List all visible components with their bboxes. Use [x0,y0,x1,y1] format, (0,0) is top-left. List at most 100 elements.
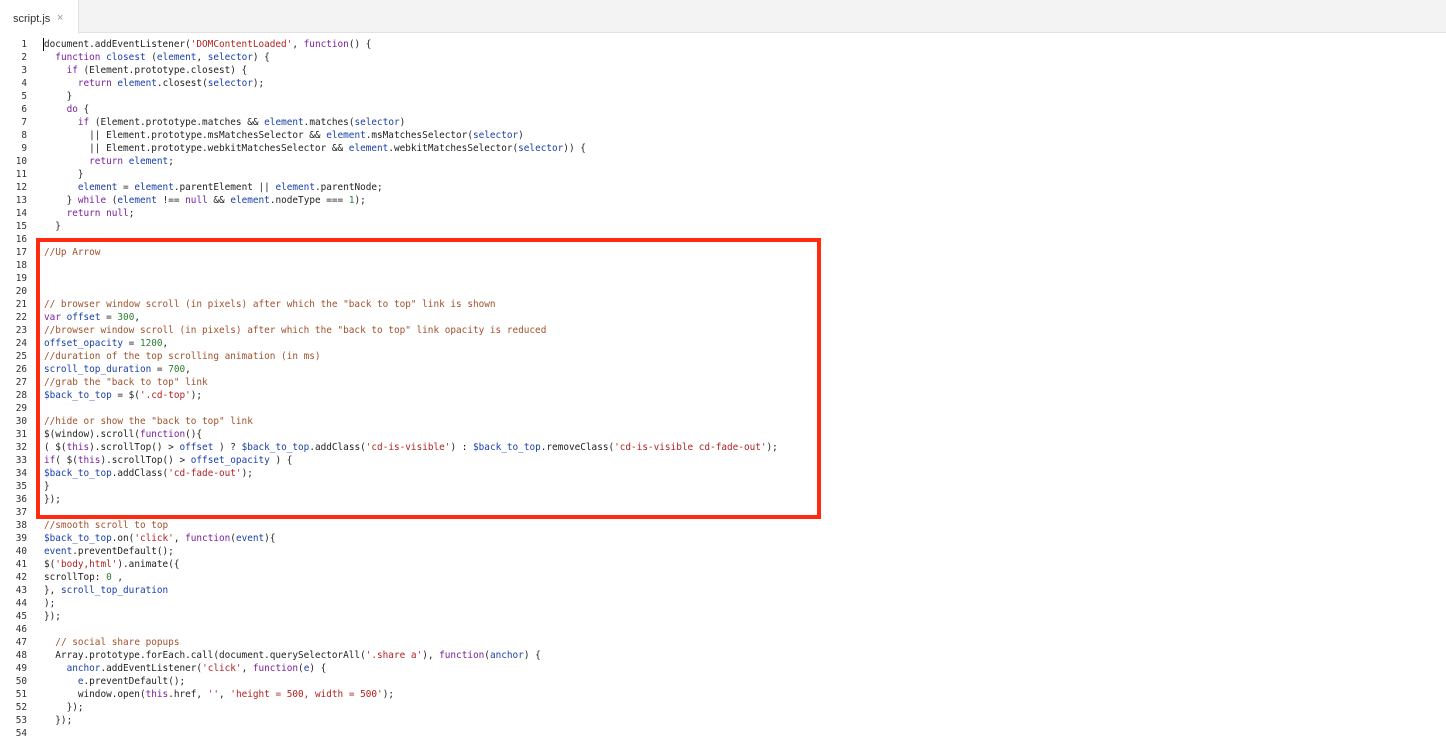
code-line: 49 anchor.addEventListener('click', func… [0,662,1446,675]
code-line: 4 return element.closest(selector); [0,77,1446,90]
line-code: event.preventDefault(); [44,546,174,557]
line-code: || Element.prototype.msMatchesSelector &… [44,130,524,141]
line-code: function closest (element, selector) { [55,52,270,63]
line-number: 39 [15,533,27,544]
line-code: } [44,221,61,232]
line-number: 31 [15,429,27,440]
line-number: 35 [15,481,27,492]
line-number: 15 [15,221,27,232]
line-number: 33 [15,455,27,466]
code-line: 1 document.addEventListener('DOMContentLo… [0,38,1446,51]
line-code: if (Element.prototype.matches && element… [77,117,406,128]
code-line: 10 return element; [0,155,1446,168]
code-line: 38 //smooth scroll to top [0,519,1446,532]
line-code: }); [44,702,84,713]
line-code: element = element.parentElement || eleme… [77,182,383,193]
line-code: window.open(this.href, '', 'height = 500… [44,689,394,700]
line-number: 19 [15,273,27,284]
code-line: 43 }, scroll_top_duration [0,584,1446,597]
line-code: return element; [89,156,174,167]
code-line: 11 } [0,168,1446,181]
line-code: } [44,169,84,180]
line-number: 17 [15,247,27,258]
line-number: 38 [15,520,27,531]
line-code: }); [44,715,73,726]
code-line: 7 if (Element.prototype.matches && eleme… [0,116,1446,129]
line-number: 16 [15,234,27,245]
line-code: return null; [66,208,135,219]
code-line: 15 } [0,220,1446,233]
line-number: 44 [15,598,27,609]
line-number: 47 [15,637,27,648]
line-number: 1 [21,39,27,50]
code-line: 8 || Element.prototype.msMatchesSelector… [0,129,1446,142]
line-number: 3 [21,65,27,76]
line-number: 41 [15,559,27,570]
code-line: 2 function closest (element, selector) { [0,51,1446,64]
close-icon[interactable]: × [57,12,63,24]
line-number: 37 [15,507,27,518]
line-number: 5 [21,91,27,102]
line-number: 21 [15,299,27,310]
line-code: || Element.prototype.webkitMatchesSelect… [44,143,586,154]
code-line: 12 element = element.parentElement || el… [0,181,1446,194]
line-code: //smooth scroll to top [44,520,169,531]
code-line: 9 || Element.prototype.webkitMatchesSele… [0,142,1446,155]
line-number: 6 [21,104,27,115]
line-number: 27 [15,377,27,388]
line-number: 8 [21,130,27,141]
line-code: return element.closest(selector); [77,78,265,89]
line-number: 20 [15,286,27,297]
line-number: 18 [15,260,27,271]
code-line: 42 scrollTop: 0 , [0,571,1446,584]
line-number: 50 [15,676,27,687]
line-code: if (Element.prototype.closest) { [66,65,248,76]
code-line: 14 return null; [0,207,1446,220]
line-code: $back_to_top.on('click', function(event)… [44,533,276,544]
line-number: 28 [15,390,27,401]
line-number: 9 [21,143,27,154]
code-line: 45}); [0,610,1446,623]
line-number: 2 [21,52,27,63]
line-code: }); [44,611,61,622]
line-number: 43 [15,585,27,596]
line-number: 26 [15,364,27,375]
line-code: Array.prototype.forEach.call(document.qu… [44,650,541,661]
line-number: 12 [15,182,27,193]
code-line: 46 [0,623,1446,636]
line-number: 13 [15,195,27,206]
code-line: 3 if (Element.prototype.closest) { [0,64,1446,77]
code-line: 5 } [0,90,1446,103]
line-number: 36 [15,494,27,505]
code-line: 39 $back_to_top.on('click', function(even… [0,532,1446,545]
line-code: }, scroll_top_duration [44,585,169,596]
code-line: 52 }); [0,701,1446,714]
line-number: 42 [15,572,27,583]
line-number: 4 [21,78,27,89]
code-line: 40 event.preventDefault(); [0,545,1446,558]
text-cursor [43,38,44,51]
line-number: 46 [15,624,27,635]
line-code: scrollTop: 0 , [44,572,124,583]
line-number: 54 [15,728,27,739]
line-number: 11 [15,169,27,180]
line-number: 40 [15,546,27,557]
code-line: 51 window.open(this.href, '', 'height = … [0,688,1446,701]
code-line: 48 Array.prototype.forEach.call(document… [0,649,1446,662]
code-line: 6 do { [0,103,1446,116]
line-number: 14 [15,208,27,219]
line-number: 34 [15,468,27,479]
tab-script-js[interactable]: script.js × [0,0,79,34]
highlight-annotation-box [36,238,821,519]
line-code: do { [66,104,90,115]
line-number: 25 [15,351,27,362]
line-number: 23 [15,325,27,336]
line-code: anchor.addEventListener('click', functio… [66,663,327,674]
line-number: 48 [15,650,27,661]
line-number: 24 [15,338,27,349]
line-number: 32 [15,442,27,453]
code-line: 41 $('body,html').animate({ [0,558,1446,571]
code-line: 47 // social share popups [0,636,1446,649]
line-number: 52 [15,702,27,713]
line-code: } while (element !== null && element.nod… [44,195,366,206]
